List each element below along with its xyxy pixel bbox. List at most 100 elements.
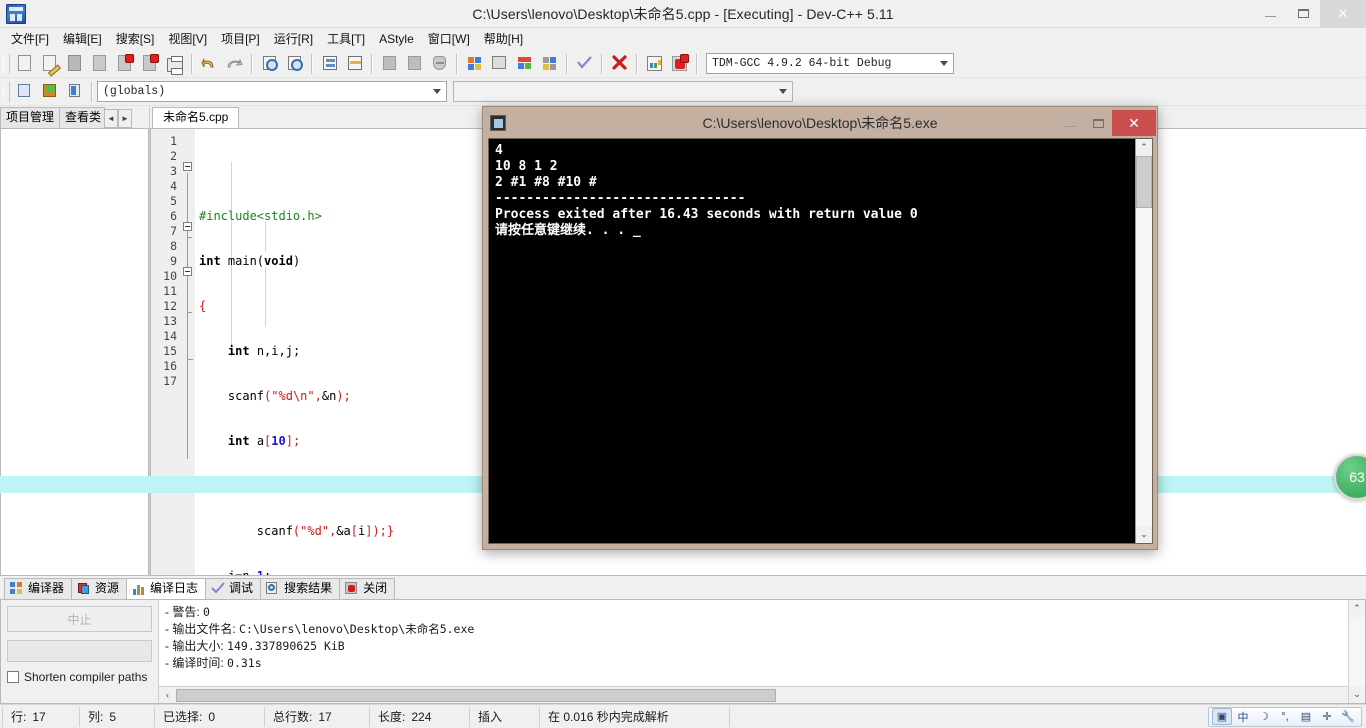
menu-help[interactable]: 帮助[H] [477, 29, 530, 49]
menu-window[interactable]: 窗口[W] [421, 29, 477, 49]
minimize-button[interactable] [1254, 0, 1287, 28]
scrollbar-thumb[interactable] [1136, 156, 1152, 208]
undo-button[interactable] [198, 52, 221, 75]
menu-tools[interactable]: 工具[T] [320, 29, 372, 49]
save-file-button[interactable] [63, 52, 86, 75]
toolbar-grip[interactable] [3, 81, 10, 102]
console-maximize-button[interactable] [1084, 110, 1112, 136]
scrollbar-track[interactable] [1136, 208, 1152, 526]
scope-select[interactable]: (globals) [97, 81, 447, 102]
profile-button[interactable] [643, 52, 666, 75]
new-project-icon-button[interactable] [13, 80, 36, 103]
status-selected-label: 已选择: [163, 710, 203, 724]
console-output: 4 10 8 1 2 2 #1 #8 #10 # ---------------… [495, 143, 918, 238]
hscrollbar-thumb[interactable] [176, 688, 776, 702]
toolbar-separator [251, 53, 253, 74]
close-file-button[interactable] [113, 52, 136, 75]
log-entry-compile-time: - 编译时间: 0.31s [165, 655, 1348, 672]
abort-button[interactable]: 中止 [7, 606, 152, 632]
close-button[interactable]: ✕ [1320, 0, 1366, 28]
save-all-button[interactable] [88, 52, 111, 75]
maximize-button[interactable] [1287, 0, 1320, 28]
compiler-icon [10, 582, 24, 595]
syntax-check-button[interactable] [573, 52, 596, 75]
print-button[interactable] [163, 52, 186, 75]
toolbar-separator [636, 53, 638, 74]
menu-astyle[interactable]: AStyle [372, 29, 421, 49]
console-window[interactable]: C:\Users\lenovo\Desktop\未命名5.exe ✕ 4 10 … [482, 106, 1158, 550]
tab-project-manager[interactable]: 项目管理 [0, 107, 61, 128]
open-file-button[interactable] [38, 52, 61, 75]
tab-close[interactable]: 关闭 [339, 578, 396, 599]
log-vertical-scrollbar[interactable]: ⌃ ⌄ [1348, 600, 1365, 703]
menu-view[interactable]: 视图[V] [161, 29, 214, 49]
log-lines[interactable]: - 警告: 0 - 输出文件名: C:\Users\lenovo\Desktop… [159, 600, 1348, 686]
ime-toolbar[interactable]: ▣ 中 ☽ °, ▤ ✛ 🔧 [1208, 706, 1362, 727]
menu-project[interactable]: 项目[P] [214, 29, 267, 49]
toggle-breakpoint-button[interactable] [428, 52, 451, 75]
shorten-paths-row[interactable]: Shorten compiler paths [7, 670, 152, 684]
remove-from-project-button[interactable] [63, 80, 86, 103]
find-button[interactable] [258, 52, 281, 75]
console-minimize-button[interactable] [1056, 110, 1084, 136]
log-tabs: 编译器 资源 编译日志 调试 搜索结果 关闭 [0, 576, 1366, 599]
compiler-select[interactable]: TDM-GCC 4.9.2 64-bit Debug [706, 53, 954, 74]
compile-progress-bar [7, 640, 152, 662]
new-file-button[interactable] [13, 52, 36, 75]
run-button[interactable] [488, 52, 511, 75]
status-length-value: 224 [411, 709, 432, 724]
goto-function-button[interactable] [343, 52, 366, 75]
add-to-project-button[interactable] [38, 80, 61, 103]
forward-button[interactable] [403, 52, 426, 75]
rebuild-all-button[interactable] [538, 52, 561, 75]
close-all-button[interactable] [138, 52, 161, 75]
ime-keyboard-icon[interactable]: ▤ [1296, 708, 1316, 725]
menu-search[interactable]: 搜索[S] [109, 29, 162, 49]
shorten-paths-checkbox[interactable] [7, 671, 19, 683]
redo-button[interactable] [223, 52, 246, 75]
toolbar-grip[interactable] [3, 53, 10, 74]
scroll-up-icon[interactable]: ⌃ [1136, 139, 1152, 156]
tab-class-browser[interactable]: 查看类 [59, 107, 106, 128]
tab-search-results-label: 搜索结果 [284, 581, 333, 595]
scrollbar-track[interactable] [1349, 617, 1365, 686]
log-label: 输出大小: [172, 639, 224, 653]
console-scrollbar[interactable]: ⌃ ⌄ [1135, 139, 1152, 543]
compile-button[interactable] [463, 52, 486, 75]
stop-execution-button[interactable] [608, 52, 631, 75]
menu-file[interactable]: 文件[F] [4, 29, 56, 49]
console-app-icon [490, 115, 506, 131]
menu-edit[interactable]: 编辑[E] [56, 29, 109, 49]
tab-compiler[interactable]: 编译器 [4, 578, 73, 599]
ime-settings-icon[interactable]: 🔧 [1338, 708, 1358, 725]
back-button[interactable] [378, 52, 401, 75]
ime-toolbox-icon[interactable]: ✛ [1317, 708, 1337, 725]
menu-run[interactable]: 运行[R] [267, 29, 320, 49]
log-horizontal-scrollbar[interactable]: ‹ [159, 686, 1348, 703]
scroll-up-icon[interactable]: ⌃ [1349, 600, 1365, 617]
replace-button[interactable] [283, 52, 306, 75]
code-folding-gutter[interactable] [181, 129, 195, 575]
toolbar-separator [456, 53, 458, 74]
file-tab-untitled5[interactable]: 未命名5.cpp [152, 107, 240, 128]
project-tree[interactable] [0, 128, 149, 576]
tab-search-results[interactable]: 搜索结果 [260, 578, 341, 599]
ime-mode-chinese[interactable]: 中 [1233, 708, 1253, 725]
scroll-left-icon[interactable]: ‹ [159, 690, 176, 700]
member-select[interactable] [453, 81, 793, 102]
compile-run-button[interactable] [513, 52, 536, 75]
goto-line-button[interactable] [318, 52, 341, 75]
scroll-down-icon[interactable]: ⌄ [1349, 686, 1365, 703]
tabs-scroll-right-icon[interactable]: ► [118, 109, 133, 128]
tab-resource[interactable]: 资源 [71, 578, 128, 599]
tabs-scroll-left-icon[interactable]: ◄ [104, 109, 119, 128]
ime-punctuation-icon[interactable]: ☽ [1254, 708, 1274, 725]
tab-compile-log[interactable]: 编译日志 [126, 578, 207, 599]
debug-button[interactable] [668, 52, 691, 75]
tab-debug[interactable]: 调试 [205, 578, 262, 599]
status-bar: 行: 17 列: 5 已选择: 0 总行数: 17 长度: 224 插入 在 0… [0, 704, 1366, 728]
console-close-button[interactable]: ✕ [1112, 110, 1156, 136]
ime-logo-icon[interactable]: ▣ [1212, 708, 1232, 725]
ime-halfwidth-icon[interactable]: °, [1275, 708, 1295, 725]
scroll-down-icon[interactable]: ⌄ [1136, 526, 1152, 543]
